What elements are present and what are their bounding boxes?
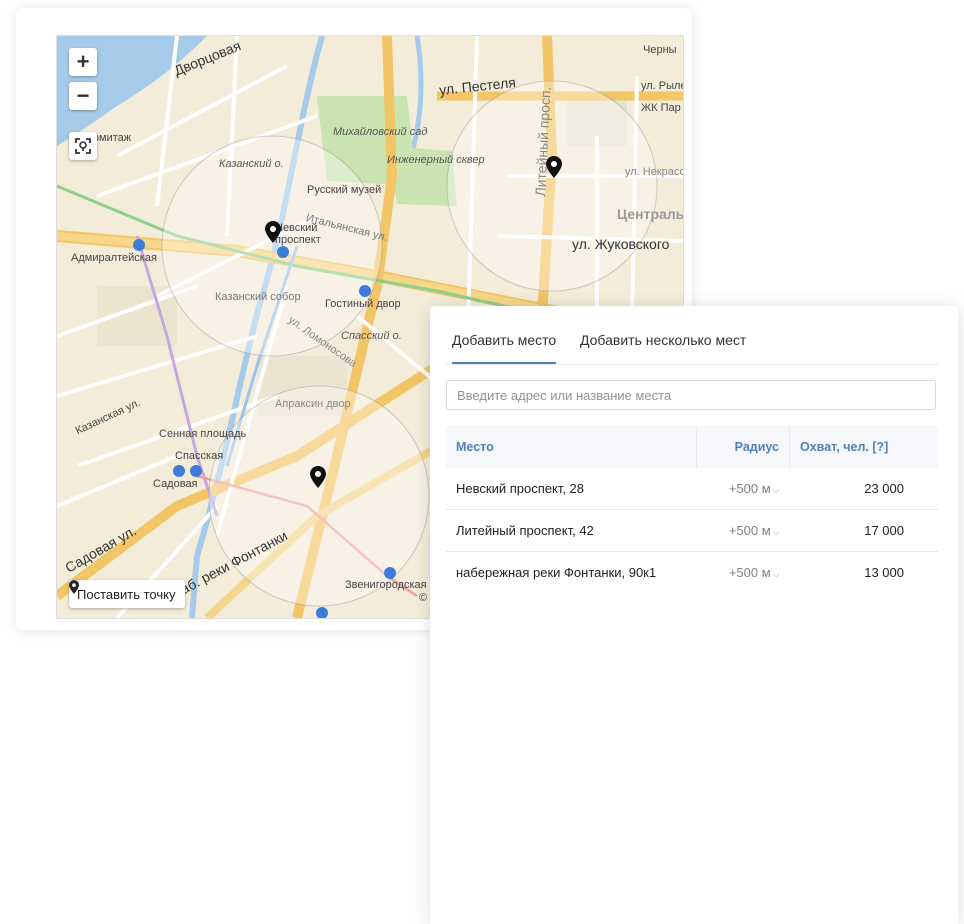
zoom-in-button[interactable]: + bbox=[69, 48, 97, 76]
chevron-down-icon: ⌵ bbox=[772, 569, 780, 579]
map-label-nekrasova: ул. Некрасова bbox=[625, 166, 683, 178]
tab-add-place[interactable]: Добавить место bbox=[452, 332, 557, 364]
map-label-zvenigorodskaya: Звенигородская bbox=[345, 579, 427, 591]
place-point-button[interactable]: Поставить точку bbox=[69, 580, 186, 608]
column-radius: Радиус bbox=[696, 426, 790, 468]
map-label-ryleeva: ул. Рылее bbox=[641, 80, 683, 92]
map-label-zhk: ЖК Пар bbox=[641, 102, 681, 114]
map-label-spasskaya: Спасская bbox=[175, 450, 224, 462]
radius-select[interactable]: +500 м ⌵ bbox=[696, 509, 790, 552]
locate-icon bbox=[75, 138, 91, 154]
place-name: набережная реки Фонтанки, 90к1 bbox=[456, 565, 657, 580]
tabs: Добавить место Добавить несколько мест bbox=[446, 328, 938, 365]
map-label-zhukovskogo: ул. Жуковского bbox=[572, 236, 670, 252]
map-label-chernysheva: Черны bbox=[643, 44, 677, 56]
map-label-kazansky-sobor: Казанский собор bbox=[215, 291, 301, 303]
radius-select[interactable]: +500 м ⌵ bbox=[696, 468, 790, 510]
radius-value: +500 м bbox=[728, 481, 771, 496]
tab-add-several-places[interactable]: Добавить несколько мест bbox=[580, 332, 746, 362]
table-header-row: Место Радиус Охват, чел. [?] bbox=[446, 426, 938, 468]
radius-value: +500 м bbox=[728, 523, 771, 538]
map-label-russky-muzei: Русский музей bbox=[307, 184, 382, 196]
map-label-inzhenerny: Инженерный сквер bbox=[387, 154, 485, 166]
map-label-sadovaya: Садовая bbox=[153, 478, 198, 490]
map-label-admiralteiskaya: Адмиралтейская bbox=[71, 252, 157, 264]
places-panel: Добавить место Добавить несколько мест М… bbox=[430, 306, 958, 924]
radius-value: +500 м bbox=[728, 565, 771, 580]
map-pin-liteiny[interactable] bbox=[546, 156, 562, 178]
places-table: Место Радиус Охват, чел. [?] Невский про… bbox=[446, 426, 938, 593]
place-name: Литейный проспект, 42 bbox=[446, 509, 697, 552]
chevron-down-icon: ⌵ bbox=[772, 485, 780, 495]
map-pin-nevsky[interactable] bbox=[265, 221, 281, 243]
zoom-out-button[interactable]: − bbox=[69, 82, 97, 110]
radius-select[interactable]: +500 м ⌵ bbox=[697, 552, 790, 594]
reach-value: 17 000 bbox=[789, 509, 938, 552]
reach-value: 13 000 bbox=[864, 565, 904, 580]
table-row: Литейный проспект, 42 +500 м ⌵ 17 000 bbox=[446, 509, 938, 552]
map-label-kazansky-o: Казанский о. bbox=[219, 158, 284, 170]
map-label-spassky-o: Спасский о. bbox=[341, 330, 402, 342]
place-search-input[interactable] bbox=[446, 380, 936, 410]
reach-value: 23 000 bbox=[789, 468, 938, 510]
map-label-mikhailovsky: Михайловский сад bbox=[333, 126, 428, 138]
map-label-apraksin: Апраксин двор bbox=[275, 398, 351, 410]
map-label-sennaya: Сенная площадь bbox=[159, 428, 247, 440]
place-point-label: Поставить точку bbox=[77, 586, 176, 602]
map-pin-fontanka[interactable] bbox=[310, 466, 326, 488]
chevron-down-icon: ⌵ bbox=[772, 527, 780, 537]
table-row: набережная реки Фонтанки, 90к1 +500 м ⌵ 1… bbox=[446, 552, 938, 594]
table-row: Невский проспект, 28 +500 м ⌵ 23 000 bbox=[446, 468, 938, 510]
map-label-gostiny-dvor: Гостиный двор bbox=[325, 298, 401, 310]
locate-button[interactable] bbox=[69, 132, 97, 160]
column-place: Место bbox=[446, 426, 697, 468]
column-reach[interactable]: Охват, чел. [?] bbox=[789, 426, 938, 468]
place-name: Невский проспект, 28 bbox=[446, 468, 697, 510]
pin-icon bbox=[69, 580, 79, 594]
map-label-tsentralny: Центральный bbox=[617, 206, 684, 222]
